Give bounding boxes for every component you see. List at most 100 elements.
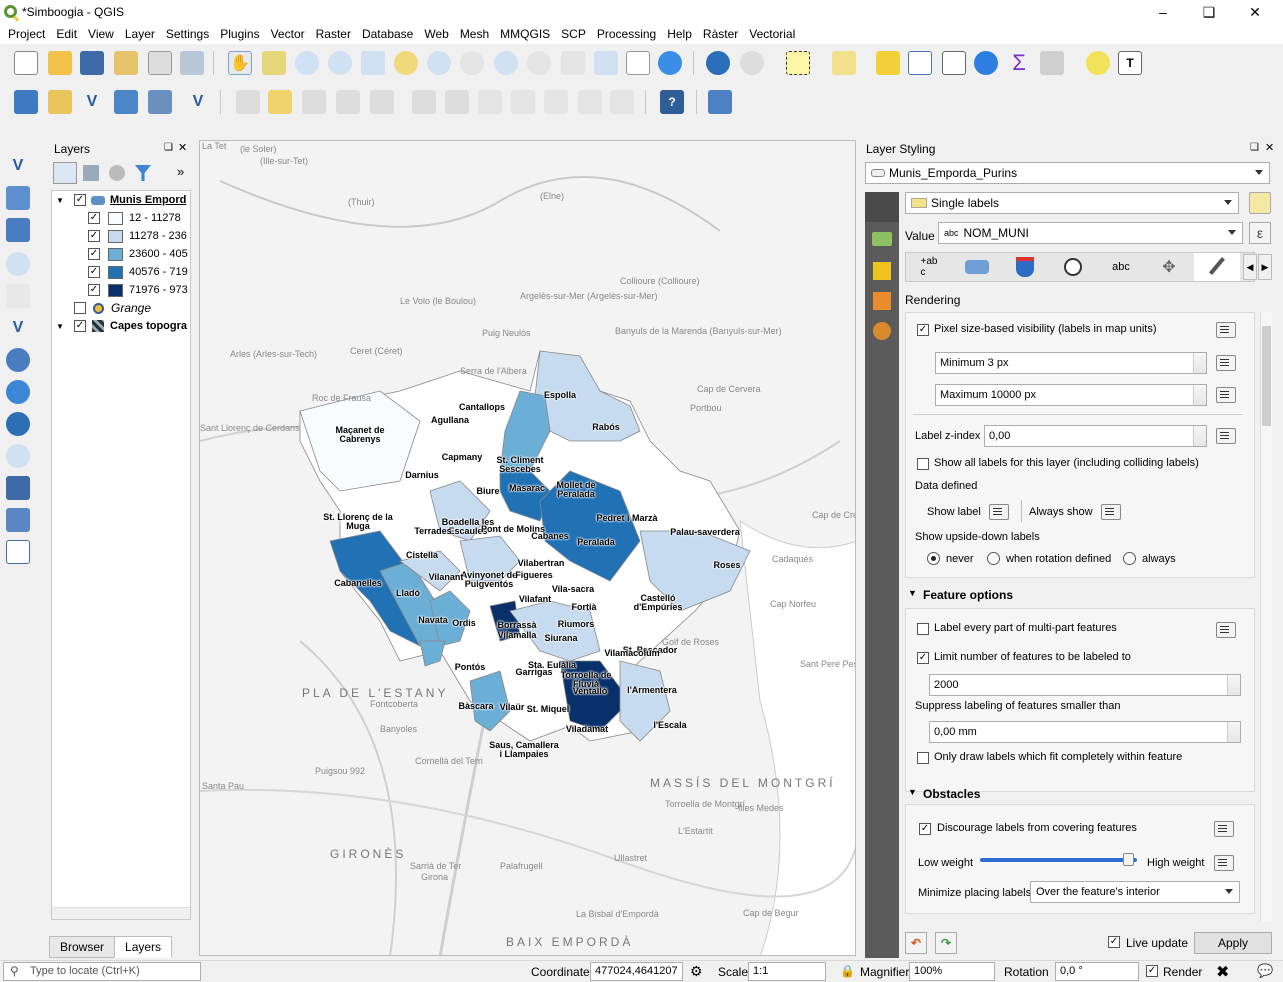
coordinate-field[interactable]: 477024,4641207 [590, 962, 683, 981]
shadow-tab-icon[interactable]: abc [1098, 253, 1144, 281]
close-icon[interactable]: ✕ [1232, 0, 1278, 24]
statistics-icon[interactable] [942, 51, 966, 75]
feature-options-title[interactable]: Feature options [923, 588, 1013, 602]
layer-grange[interactable]: Grange [52, 299, 151, 317]
menu-edit[interactable]: Edit [51, 27, 83, 41]
add-delimited-layer-icon[interactable]: V [186, 90, 210, 114]
label-mode-select[interactable]: Single labels [905, 192, 1239, 214]
weight-slider[interactable] [980, 853, 1137, 866]
label-every-part-checkbox[interactable] [917, 623, 929, 635]
collapse-icon[interactable]: ▼ [908, 787, 917, 797]
zoom-next-icon[interactable] [527, 51, 551, 75]
limit-features-checkbox[interactable]: ✓ [917, 652, 929, 664]
new-map-view-icon[interactable] [561, 51, 585, 75]
suppress-spinbox[interactable]: 0,00 mm [929, 721, 1241, 743]
zoom-to-layer-icon[interactable] [427, 51, 451, 75]
minimize-select[interactable]: Over the feature's interior [1030, 881, 1240, 903]
layer-select[interactable]: Munis_Emporda_Purins [865, 162, 1270, 184]
radio-always[interactable] [1123, 552, 1136, 565]
add-arcgis-icon[interactable] [6, 476, 30, 500]
radio-when-rotation[interactable] [987, 552, 1000, 565]
add-wms-layer-icon[interactable] [148, 90, 172, 114]
add-raster-layer-icon[interactable] [114, 90, 138, 114]
class-checkbox[interactable]: ✓ [88, 284, 100, 296]
zoom-last-icon[interactable] [494, 51, 518, 75]
data-defined-override-icon[interactable] [1216, 355, 1236, 371]
minimize-icon[interactable]: – [1140, 0, 1186, 24]
add-virtual-layer-icon[interactable]: V [6, 316, 30, 340]
redo-icon[interactable] [610, 90, 634, 114]
add-delimited-text-icon[interactable] [6, 252, 30, 276]
new-3d-view-icon[interactable] [594, 51, 618, 75]
help-icon[interactable]: ? [660, 90, 684, 114]
legend-class-row[interactable]: ✓ 11278 - 236 [88, 227, 187, 245]
extents-toggle-icon[interactable]: ⚙ [690, 963, 703, 980]
more-icon[interactable]: » [177, 164, 184, 179]
legend-class-row[interactable]: ✓ 12 - 11278 [88, 209, 181, 227]
toggle-editing-icon[interactable] [268, 90, 292, 114]
map-canvas[interactable]: Maçanet de Cabrenys Agullana Cantallops Esp… [199, 140, 856, 956]
zoom-to-selection-icon[interactable] [394, 51, 418, 75]
menu-mesh[interactable]: Mesh [455, 27, 495, 41]
refresh-icon[interactable] [658, 51, 682, 75]
messages-icon[interactable]: 💬 [1257, 963, 1273, 979]
new-temporary-layer-icon[interactable] [6, 540, 30, 564]
pan-to-selection-icon[interactable] [262, 51, 286, 75]
select-by-value-icon[interactable] [832, 51, 856, 75]
attribute-table-icon[interactable] [908, 51, 932, 75]
vertical-scrollbar[interactable] [1260, 312, 1272, 922]
deselect-all-icon[interactable] [876, 51, 900, 75]
tab-scroll-left-icon[interactable]: ◀ [1243, 254, 1257, 280]
buffer-tab-icon[interactable] [1002, 253, 1048, 281]
float-panel-icon[interactable]: ❏ [164, 142, 173, 153]
menu-vector[interactable]: Vector [266, 27, 311, 41]
rotation-field[interactable]: 0,0 ° [1055, 962, 1139, 981]
layer-munis[interactable]: ▼ ✓ Munis Empord [52, 191, 186, 209]
auto-placement-icon[interactable] [1249, 192, 1271, 214]
current-edits-icon[interactable] [236, 90, 260, 114]
menu-help[interactable]: Help [662, 27, 698, 41]
crs-icon[interactable]: ✖ [1216, 962, 1229, 982]
legend-class-row[interactable]: ✓ 23600 - 405 [88, 245, 188, 263]
bookmarks-icon[interactable] [626, 51, 650, 75]
new-print-layout-icon[interactable] [114, 51, 138, 75]
layer-checkbox[interactable] [74, 302, 86, 314]
data-defined-override-icon[interactable] [1216, 622, 1236, 638]
label-zindex-spinbox[interactable]: 0,00 [984, 425, 1207, 447]
weight-slider-handle[interactable] [1123, 853, 1135, 866]
save-edits-icon[interactable] [302, 90, 326, 114]
history-tab-icon[interactable] [873, 322, 891, 340]
save-project-icon[interactable] [80, 51, 104, 75]
text-annotation-icon[interactable]: T [1118, 51, 1142, 75]
maximum-px-spinbox[interactable]: Maximum 10000 px [935, 384, 1207, 406]
radio-never[interactable] [927, 552, 940, 565]
add-vector-tile-icon[interactable] [6, 508, 30, 532]
add-mesh-icon[interactable] [6, 218, 30, 242]
tab-scroll-right-icon[interactable]: ▶ [1258, 254, 1272, 280]
menu-database[interactable]: Database [357, 27, 419, 41]
legend-class-row[interactable]: ✓ 71976 - 973 [88, 281, 188, 299]
zoom-out-icon[interactable] [328, 51, 352, 75]
add-spatialite-icon[interactable] [6, 284, 30, 308]
rendering-tab-icon[interactable] [1194, 253, 1240, 281]
data-defined-override-icon[interactable] [1216, 428, 1236, 444]
limit-features-spinbox[interactable]: 2000 [929, 674, 1241, 696]
obstacles-title[interactable]: Obstacles [923, 787, 980, 801]
class-checkbox[interactable]: ✓ [88, 212, 100, 224]
identify-icon[interactable] [706, 51, 730, 75]
vertex-tool-icon[interactable] [370, 90, 394, 114]
menu-settings[interactable]: Settings [161, 27, 215, 41]
data-defined-override-icon[interactable] [1214, 821, 1234, 837]
menu-scp[interactable]: SCP [556, 27, 592, 41]
placement-tab-icon[interactable]: ✥ [1146, 253, 1192, 281]
labels-tab-icon[interactable] [872, 232, 892, 246]
redo-icon[interactable]: ↷ [935, 932, 957, 954]
3d-view-tab-icon[interactable] [873, 262, 891, 280]
add-feature-icon[interactable] [336, 90, 360, 114]
add-raster-icon[interactable] [6, 186, 30, 210]
select-features-icon[interactable] [786, 51, 810, 75]
menu-mmqgis[interactable]: MMQGIS [495, 27, 556, 41]
data-source-manager-icon[interactable] [14, 90, 38, 114]
add-group-icon[interactable] [83, 165, 99, 181]
class-checkbox[interactable]: ✓ [88, 230, 100, 242]
